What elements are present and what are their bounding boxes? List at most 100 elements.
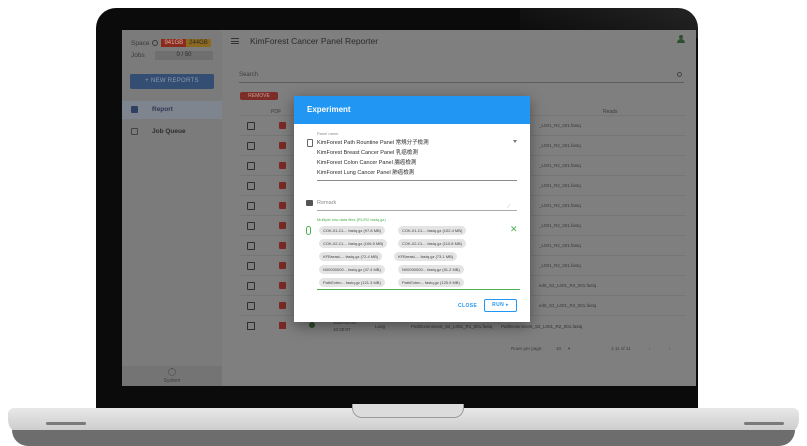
info-icon[interactable] [152,40,159,46]
chevron-down-icon[interactable]: ▾ [568,346,570,352]
rows-per-page-label: Rows per page: [511,346,543,351]
laptop-base-bottom [12,430,795,446]
reads-cell: ed5_S2_L001_R2_001.fastq [539,283,597,288]
file-chip[interactable]: PathExten... fastq.gz (125.9 MB) [398,278,464,287]
panel-option[interactable]: KimForest Path Rountine Panel 常規分子檢測 [317,138,429,146]
panel-select-underline [317,180,517,181]
pdf-icon[interactable] [279,142,286,149]
reads-cell: _L001_R2_001.fastq [539,143,581,148]
next-page-button[interactable]: › [669,346,671,351]
file-chip[interactable]: KFBreast-... fastq.gz (72.4 MB) [319,252,383,261]
row-checkbox[interactable] [247,202,255,210]
comment-icon [306,200,313,206]
search-underline [239,82,684,83]
panel-option[interactable]: KimForest Breast Cancer Panel 乳癌檢測 [317,148,418,156]
reads-cell: ed5_S2_L001_R2_001.fastq [539,303,597,308]
file-chip[interactable]: COK-02-CL... fastq.gz (106.5 MB) [319,239,388,248]
type-cell: Lung [375,324,386,329]
space-total: 244GB [186,39,211,47]
remove-button[interactable]: REMOVE [240,92,278,100]
run-button[interactable]: RUN ▸ [484,299,517,312]
sidebar: Space 941GB 244GB Jobs 0 / 50 + NEW REPO… [122,30,222,386]
row-checkbox[interactable] [247,122,255,130]
row-checkbox[interactable] [247,222,255,230]
time-cell: 10:20:07 [333,327,351,332]
search-input[interactable]: Search [239,72,258,78]
pdf-icon[interactable] [279,322,286,329]
gear-icon [168,368,176,376]
laptop-vent-left [46,422,86,425]
pdf-icon[interactable] [279,282,286,289]
status-dot [309,322,315,328]
pdf-icon[interactable] [279,182,286,189]
sidebar-item-label: Report [152,106,173,113]
storage-indicator: Space 941GB 244GB [131,39,211,47]
panel-option[interactable]: KimForest Colon Cancer Panel 腸癌檢測 [317,158,416,166]
close-icon[interactable]: ✕ [510,225,518,234]
reads-cell: _L001_R2_001.fastq [539,123,581,128]
reads-cell: _L001_R2_001.fastq [539,243,581,248]
dialog-title: Experiment [307,105,351,114]
space-label: Space [131,39,150,47]
pdf-icon[interactable] [279,162,286,169]
row-checkbox[interactable] [247,142,255,150]
panel-icon [307,139,313,147]
r1-cell: PathExtension5_S2_L001_R1_001.fastq [411,324,493,329]
row-checkbox[interactable] [247,182,255,190]
panel-name-label: Panel name [317,131,339,136]
file-chip[interactable]: COK-01-CL... fastq.gz (97.8 MB) [319,226,386,235]
new-reports-button[interactable]: + NEW REPORTS [130,74,214,89]
system-button[interactable]: System [122,366,222,386]
app-title: KimForest Cancer Panel Reporter [250,36,379,46]
pdf-icon[interactable] [279,222,286,229]
files-label: Multiple raw data files (R1/R2 fastq.gz) [317,217,386,222]
sidebar-item-label: Job Queue [152,128,186,135]
avatar[interactable] [676,35,686,45]
paperclip-icon[interactable] [306,226,311,235]
experiment-dialog: Experiment Panel name KimForest Path Rou… [294,96,530,322]
file-chip[interactable]: COK-01-CL... fastq.gz (102.4 MB) [398,226,467,235]
prev-page-button[interactable]: ‹ [649,346,651,351]
file-chip[interactable]: COK-02-CL... fastq.gz (110.8 MB) [398,239,466,248]
menu-icon[interactable] [231,38,239,44]
file-chip[interactable]: N00000000... fastq.gz (51.2 MB) [398,265,464,274]
jobs-value: 0 / 50 [155,51,213,60]
space-used: 941GB [161,39,187,47]
file-chip[interactable]: KFBreast-... fastq.gz (73.1 MB) [394,252,458,261]
queue-icon [131,128,138,135]
chevron-down-icon[interactable] [513,140,517,143]
dialog-header: Experiment [294,96,530,124]
row-checkbox[interactable] [247,262,255,270]
row-checkbox[interactable] [247,242,255,250]
system-label: System [163,378,181,384]
reads-cell: _L001_R2_001.fastq [539,163,581,168]
row-checkbox[interactable] [247,302,255,310]
pagination-range: 1-11 of 11 [611,346,631,351]
reads-cell: _L001_R2_001.fastq [539,223,581,228]
space-bar: 941GB 244GB [161,39,211,47]
rows-per-page-select[interactable]: 10 [556,346,561,351]
row-checkbox[interactable] [247,282,255,290]
panel-option[interactable]: KimForest Lung Cancer Panel 肺癌檢測 [317,168,414,176]
row-checkbox[interactable] [247,322,255,330]
close-button[interactable]: CLOSE [458,303,477,309]
sidebar-item-job-queue[interactable]: Job Queue [122,123,222,141]
search-icon[interactable] [677,72,682,77]
remark-input[interactable]: Remark [317,200,336,206]
file-chip[interactable]: N00000000... fastq.gz (47.4 MB) [319,265,385,274]
pdf-icon[interactable] [279,262,286,269]
pdf-icon[interactable] [279,202,286,209]
pdf-icon[interactable] [279,242,286,249]
file-chip[interactable]: PathExten... fastq.gz (121.3 MB) [319,278,385,287]
remark-underline [317,210,517,211]
reads-cell: _L001_R2_001.fastq [539,263,581,268]
pdf-icon[interactable] [279,122,286,129]
files-underline [317,289,520,290]
row-checkbox[interactable] [247,162,255,170]
pdf-icon[interactable] [279,302,286,309]
sidebar-item-report[interactable]: Report [122,101,222,119]
jobs-label: Jobs [131,52,145,59]
laptop-hinge [352,404,464,418]
laptop-vent-right [744,422,784,425]
report-icon [131,106,138,113]
